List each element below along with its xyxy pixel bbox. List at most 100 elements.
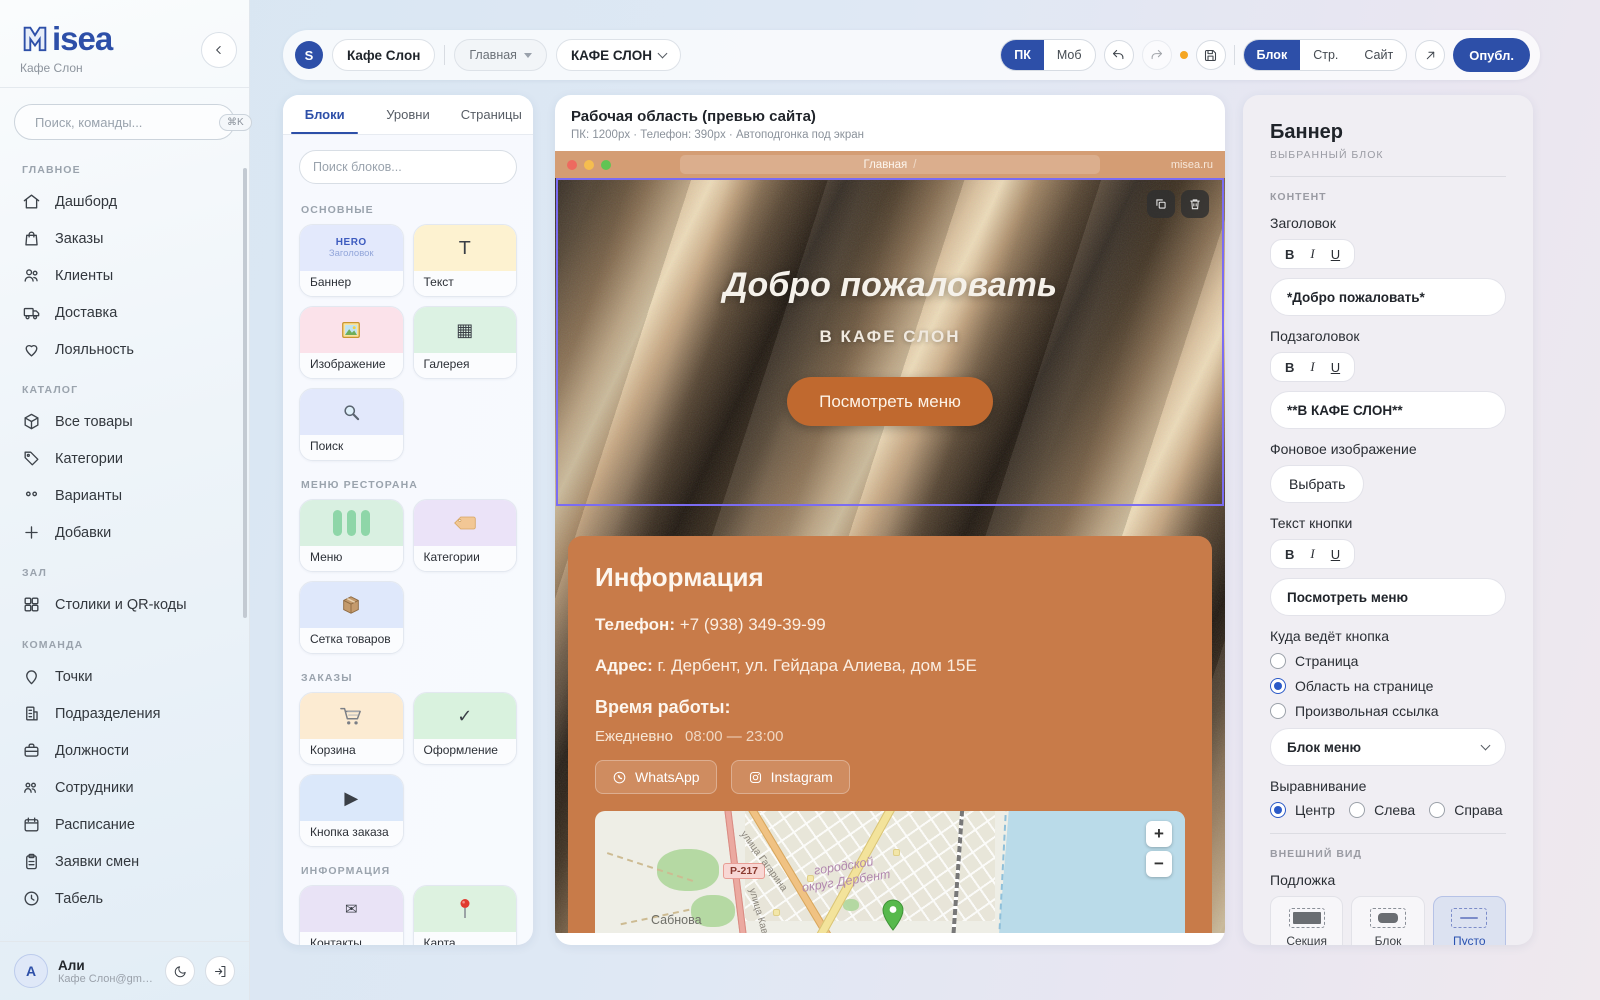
map-zoom-in-button[interactable]: + [1146, 821, 1172, 847]
scope-site[interactable]: Сайт [1351, 40, 1406, 70]
bold-button[interactable]: B [1285, 547, 1294, 562]
underline-button[interactable]: U [1331, 247, 1340, 262]
theme-toggle-button[interactable] [165, 956, 195, 986]
align-left[interactable]: Слева [1349, 802, 1415, 818]
instagram-button[interactable]: Instagram [731, 760, 850, 794]
block-menu[interactable]: Меню [299, 499, 404, 572]
sidebar-search[interactable]: ⌘K [14, 104, 235, 140]
block-checkout[interactable]: ✓ Оформление [413, 692, 518, 765]
sidebar-item-loyalty[interactable]: Лояльность [0, 331, 249, 368]
italic-button[interactable]: I [1310, 246, 1314, 262]
redo-button[interactable] [1142, 40, 1172, 70]
button-text-input[interactable] [1270, 578, 1506, 616]
tab-blocks[interactable]: Блоки [283, 95, 366, 134]
sidebar-item-schedule[interactable]: Расписание [0, 806, 249, 843]
block-gallery[interactable]: ▦ Галерея [413, 306, 518, 379]
publish-button[interactable]: Опубл. [1453, 38, 1530, 72]
sidebar-item-label: Доставка [55, 305, 117, 321]
sidebar-item-variants[interactable]: Варианты [0, 477, 249, 514]
variants-icon [22, 486, 41, 505]
unsaved-changes-dot [1180, 51, 1188, 59]
sidebar-item-orders[interactable]: Заказы [0, 220, 249, 257]
block-banner[interactable]: HERO Заголовок Баннер [299, 224, 404, 297]
open-site-button[interactable] [1415, 40, 1445, 70]
sidebar-scrollbar[interactable] [243, 168, 247, 618]
align-center[interactable]: Центр [1270, 802, 1335, 818]
block-search[interactable]: Поиск [299, 388, 404, 461]
workspace-subtitle: Кафе Слон [20, 61, 229, 75]
target-block-select[interactable]: Блок меню [1270, 728, 1506, 766]
blocks-search[interactable] [299, 150, 517, 184]
backdrop-option-section[interactable]: Секция [1270, 896, 1343, 945]
sidebar-item-departments[interactable]: Подразделения [0, 695, 249, 732]
heading-input[interactable] [1270, 278, 1506, 316]
map-marker-icon[interactable] [881, 899, 905, 931]
sidebar-item-addons[interactable]: Добавки [0, 514, 249, 551]
sidebar-item-points[interactable]: Точки [0, 658, 249, 695]
delete-block-button[interactable] [1181, 190, 1209, 218]
device-mobile[interactable]: Моб [1044, 40, 1095, 70]
blocks-search-input[interactable] [313, 160, 503, 174]
save-button[interactable] [1196, 40, 1226, 70]
tab-layers[interactable]: Уровни [366, 95, 449, 134]
sidebar-item-all-products[interactable]: Все товары [0, 403, 249, 440]
bold-button[interactable]: B [1285, 360, 1294, 375]
scope-page[interactable]: Стр. [1300, 40, 1351, 70]
sidebar-item-categories[interactable]: Категории [0, 440, 249, 477]
tab-pages[interactable]: Страницы [450, 95, 533, 134]
block-image[interactable]: Изображение [299, 306, 404, 379]
bold-button[interactable]: B [1285, 247, 1294, 262]
italic-button[interactable]: I [1310, 546, 1314, 562]
hero-cta-button[interactable]: Посмотреть меню [787, 377, 993, 426]
hero-block[interactable]: Добро пожаловать В КАФЕ СЛОН Посмотреть … [555, 178, 1225, 506]
block-text[interactable]: T Текст [413, 224, 518, 297]
workspace-pill[interactable]: Кафе Слон [332, 39, 435, 71]
text-icon: T [459, 238, 470, 259]
sidebar-item-timesheet[interactable]: Табель [0, 880, 249, 917]
sidebar-item-tables-qr[interactable]: Столики и QR-коды [0, 586, 249, 623]
sidebar-collapse-button[interactable] [201, 32, 237, 68]
sidebar-item-delivery[interactable]: Доставка [0, 294, 249, 331]
sidebar-item-shift-requests[interactable]: Заявки смен [0, 843, 249, 880]
cart-icon [339, 705, 363, 727]
sidebar-item-dashboard[interactable]: Дашборд [0, 183, 249, 220]
sidebar-item-label: Табель [55, 891, 103, 907]
block-order-button[interactable]: ▶ Кнопка заказа [299, 774, 404, 847]
logo-m-icon [20, 22, 50, 54]
site-dropdown[interactable]: КАФЕ СЛОН [556, 39, 681, 71]
info-block[interactable]: Информация Телефон: +7 (938) 349-39-99 А… [568, 536, 1212, 933]
undo-button[interactable] [1104, 40, 1134, 70]
underline-button[interactable]: U [1331, 547, 1340, 562]
search-input[interactable] [35, 115, 211, 130]
block-categories[interactable]: Категории [413, 499, 518, 572]
duplicate-block-button[interactable] [1147, 190, 1175, 218]
link-option-page[interactable]: Страница [1270, 653, 1506, 669]
sidebar-item-label: Добавки [55, 525, 111, 541]
device-pc[interactable]: ПК [1001, 40, 1044, 70]
italic-button[interactable]: I [1310, 359, 1314, 375]
sidebar-item-positions[interactable]: Должности [0, 732, 249, 769]
whatsapp-button[interactable]: WhatsApp [595, 760, 717, 794]
sidebar-item-label: Категории [55, 451, 123, 467]
backdrop-option-block[interactable]: Блок [1351, 896, 1424, 945]
scope-block[interactable]: Блок [1244, 40, 1301, 70]
align-right[interactable]: Справа [1429, 802, 1502, 818]
underline-button[interactable]: U [1331, 360, 1340, 375]
block-contacts[interactable]: ✉ Контакты [299, 885, 404, 945]
address-bar[interactable]: Главная / [680, 155, 1100, 174]
link-option-custom[interactable]: Произвольная ссылка [1270, 703, 1506, 719]
choose-background-button[interactable]: Выбрать [1270, 465, 1364, 503]
block-cart[interactable]: Корзина [299, 692, 404, 765]
backdrop-option-empty[interactable]: Пусто [1433, 896, 1506, 945]
logout-button[interactable] [205, 956, 235, 986]
sidebar-item-employees[interactable]: Сотрудники [0, 769, 249, 806]
page-dropdown[interactable]: Главная [454, 39, 547, 71]
sidebar-item-clients[interactable]: Клиенты [0, 257, 249, 294]
sidebar: isea Кафе Слон ⌘K ГЛАВНОЕ Дашборд Заказы… [0, 0, 250, 1000]
map-widget[interactable]: Р-217 улица Гагарина улица Кавказ городс… [595, 811, 1185, 933]
map-zoom-out-button[interactable]: − [1146, 851, 1172, 877]
subheading-input[interactable] [1270, 391, 1506, 429]
block-map[interactable]: Карта [413, 885, 518, 945]
link-option-area[interactable]: Область на странице [1270, 678, 1506, 694]
block-product-grid[interactable]: Сетка товаров [299, 581, 404, 654]
